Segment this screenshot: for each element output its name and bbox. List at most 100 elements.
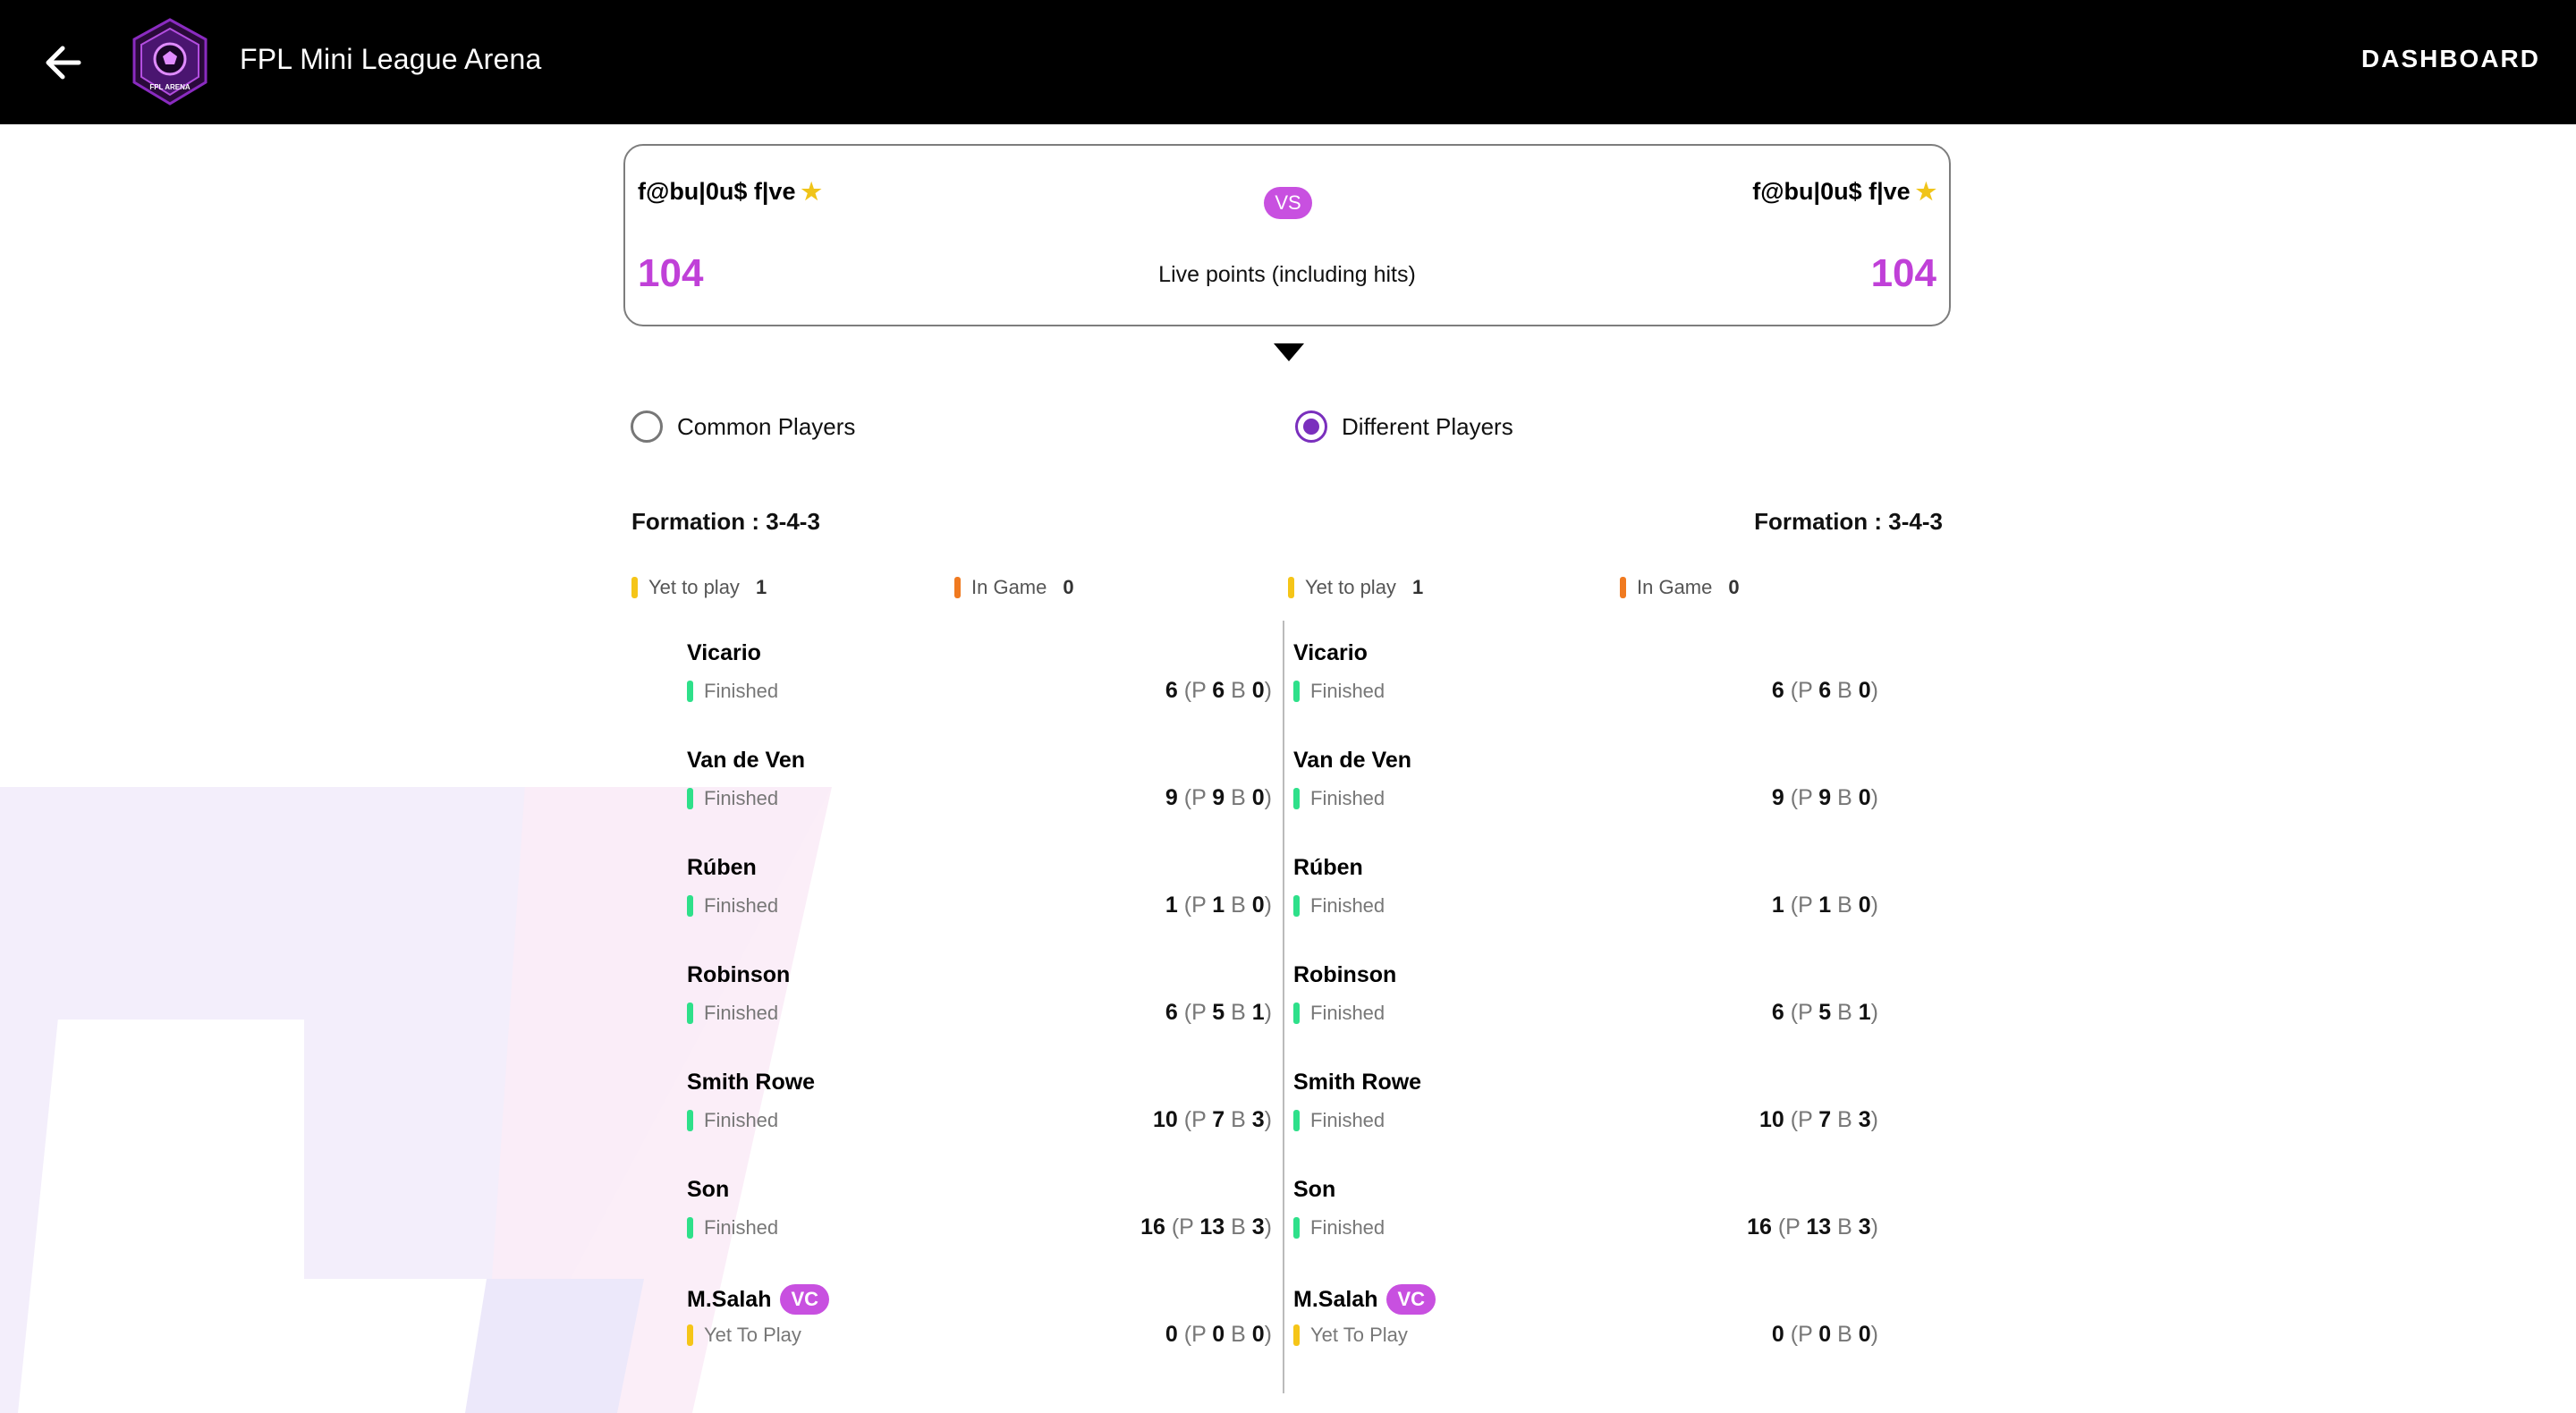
player-status-text: Finished [704,680,779,702]
points-b-value: 0 [1251,678,1265,703]
points-total: 10 [1758,1107,1784,1132]
player-name-text: Rúben [687,855,757,880]
points-b-label: B [1837,1107,1852,1132]
player-name: Van de Ven [1293,748,1411,774]
matchup-card: f@bu|0u$ f|ve ★ VS f@bu|0u$ f|ve ★ 104 Liv… [623,144,1951,326]
points-p-value: 7 [1212,1107,1225,1132]
points-p-value: 6 [1212,678,1225,703]
points-total: 6 [1165,678,1178,703]
player-points: 0 (P 0 B 0) [1771,1322,1878,1347]
player-name: Van de Ven [687,748,805,774]
player-status-text: Finished [1310,680,1385,702]
vice-captain-badge: VC [780,1284,830,1315]
player-status: Finished [1293,1109,1385,1132]
player-name: Son [687,1177,729,1203]
points-b-label: B [1231,785,1246,810]
points-total: 1 [1771,893,1784,918]
status-bar [687,788,693,809]
player-points: 1 (P 1 B 0) [1165,893,1272,918]
player-status: Finished [687,1216,778,1240]
points-p-label: P [1179,1214,1194,1240]
player-name-text: Robinson [687,962,791,987]
star-icon: ★ [801,178,822,205]
status-bar [1293,1003,1300,1024]
points-p-label: P [1785,1214,1801,1240]
player-name-text: Vicario [687,640,761,665]
player-status-text: Finished [1310,1109,1385,1131]
player-name-text: Van de Ven [1293,748,1412,773]
points-p-value: 9 [1818,785,1832,810]
points-b-label: B [1837,1322,1852,1347]
logo-text: FPL ARENA [149,83,191,91]
left-team-label: f@bu|0u$ f|ve [638,178,796,205]
player-status: Finished [687,680,778,703]
player-points: 10 (P 7 B 3) [1758,1107,1878,1132]
background-shape [18,1020,304,1413]
points-p-label: P [1798,1000,1813,1025]
back-arrow-icon[interactable] [36,36,89,89]
points-total: 16 [1747,1214,1772,1240]
player-points: 0 (P 0 B 0) [1165,1322,1272,1347]
right-yet-to-play-legend: Yet to play 1 [1288,576,1423,599]
points-b-label: B [1231,1107,1246,1132]
status-bar [1293,1324,1300,1346]
different-players-radio[interactable]: Different Players [1295,410,1513,443]
points-total: 0 [1165,1322,1178,1347]
player-status-text: Finished [704,787,779,809]
points-p-label: P [1191,1322,1207,1347]
left-team-name: f@bu|0u$ f|ve ★ [638,178,822,206]
status-bar [687,1110,693,1131]
points-b-value: 3 [1858,1214,1871,1240]
player-points: 6 (P 5 B 1) [1165,1000,1272,1025]
player-status-text: Finished [704,1109,779,1131]
points-p-label: P [1191,678,1207,703]
player-points: 16 (P 13 B 3) [1747,1214,1878,1240]
points-b-label: B [1837,678,1852,703]
points-p-value: 5 [1818,1000,1832,1025]
points-b-value: 0 [1858,785,1871,810]
caret-down-icon[interactable] [1274,343,1304,361]
app-title: FPL Mini League Arena [240,43,542,75]
points-total: 6 [1771,1000,1784,1025]
right-team-name: f@bu|0u$ f|ve ★ [1752,178,1936,206]
legend-count: 1 [755,576,767,598]
status-bar [687,1324,693,1346]
orange-status-bar [1620,577,1626,598]
status-bar [687,1003,693,1024]
points-b-value: 0 [1251,1322,1265,1347]
points-b-value: 0 [1858,678,1871,703]
points-total: 1 [1165,893,1178,918]
legend-count: 1 [1411,576,1424,598]
points-total: 9 [1165,785,1178,810]
points-b-label: B [1231,678,1246,703]
points-p-value: 7 [1818,1107,1832,1132]
status-bar [1293,788,1300,809]
player-name: Smith Rowe [687,1070,815,1096]
points-total: 0 [1771,1322,1784,1347]
player-status: Finished [1293,680,1385,703]
vice-captain-badge: VC [1386,1284,1436,1315]
player-status-text: Finished [704,1002,779,1024]
player-status: Finished [687,1002,778,1025]
points-b-value: 1 [1858,1000,1871,1025]
points-b-label: B [1837,1214,1852,1240]
player-name: M.Salah VC [687,1284,830,1315]
radio-checked-icon[interactable] [1295,410,1327,443]
common-players-radio[interactable]: Common Players [631,410,855,443]
points-p-label: P [1798,785,1813,810]
player-status-text: Finished [1310,787,1385,809]
points-p-value: 0 [1818,1322,1832,1347]
points-b-value: 0 [1251,893,1265,918]
points-total: 10 [1152,1107,1178,1132]
player-points: 6 (P 5 B 1) [1771,1000,1878,1025]
radio-unchecked-icon[interactable] [631,410,663,443]
status-bar [1293,681,1300,702]
dashboard-button[interactable]: DASHBOARD [2361,45,2540,73]
points-b-value: 3 [1858,1107,1871,1132]
points-b-value: 0 [1251,785,1265,810]
player-name-text: Robinson [1293,962,1397,987]
player-points: 6 (P 6 B 0) [1165,678,1272,703]
different-players-label: Different Players [1342,412,1513,440]
player-points: 10 (P 7 B 3) [1152,1107,1272,1132]
player-status-text: Yet To Play [704,1324,801,1346]
